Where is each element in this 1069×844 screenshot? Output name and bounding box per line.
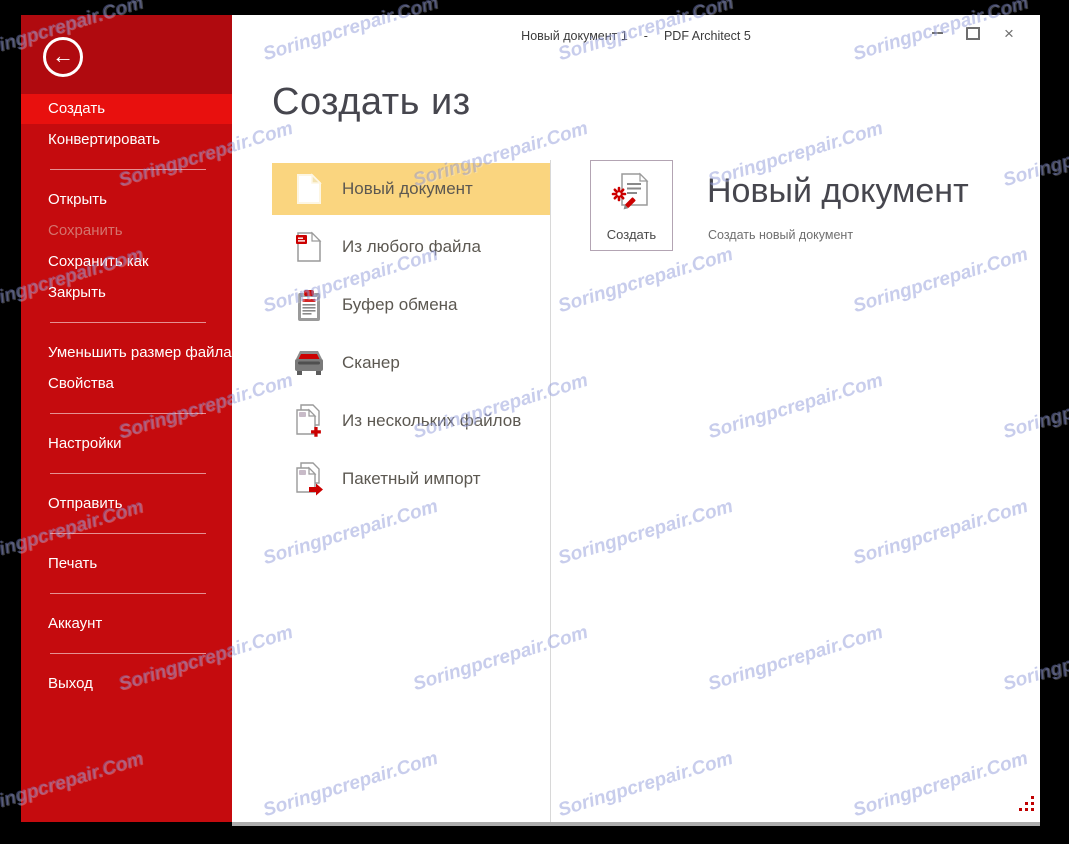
sidebar-divider [50,322,206,323]
new-document-icon [292,172,326,206]
option-label: Пакетный импорт [342,469,481,488]
sidebar-divider [50,653,206,654]
sidebar-item-save-as[interactable]: Сохранить как [21,246,232,277]
option-label: Буфер обмена [342,295,458,314]
document-name: Новый документ 1 [521,29,628,43]
close-icon: × [1004,23,1014,43]
create-from-options: Новый документ Из любого файла Буфер обм… [272,163,550,511]
maximize-button[interactable] [962,23,984,43]
resize-grip[interactable] [1018,796,1034,812]
create-tile-label: Создать [606,227,657,242]
option-batch-import[interactable]: Пакетный импорт [272,453,550,505]
sidebar-divider [50,533,206,534]
close-button[interactable]: × [998,23,1020,43]
create-document-icon [610,171,654,222]
minimize-button[interactable] [926,23,948,43]
sidebar-item-close-doc[interactable]: Закрыть [21,277,232,308]
sidebar-item-properties[interactable]: Свойства [21,368,232,399]
option-from-multiple-files[interactable]: Из нескольких файлов [272,395,550,447]
backstage-sidebar: ← Создать Конвертировать Открыть Сохрани… [21,15,232,822]
option-label: Сканер [342,353,400,372]
option-label: Из любого файла [342,237,481,256]
app-name: PDF Architect 5 [663,29,751,43]
option-label: Новый документ [342,179,473,198]
option-scanner[interactable]: Сканер [272,337,550,389]
batch-import-icon [292,462,326,496]
back-button[interactable]: ← [43,37,83,77]
screen: ← Создать Конвертировать Открыть Сохрани… [0,0,1069,844]
sidebar-divider [50,473,206,474]
sidebar-item-exit[interactable]: Выход [21,668,232,699]
multiple-files-icon [292,404,326,438]
option-label: Из нескольких файлов [342,411,522,430]
sidebar-item-convert[interactable]: Конвертировать [21,124,232,155]
window-bottom-border [232,822,1040,826]
create-tile-button[interactable]: Создать [590,160,673,251]
sidebar-item-print[interactable]: Печать [21,548,232,579]
title-separator: - [643,29,648,43]
option-from-any-file[interactable]: Из любого файла [272,221,550,273]
page-title: Создать из [272,81,471,123]
app-window: ← Создать Конвертировать Открыть Сохрани… [21,15,1040,822]
sidebar-item-reduce-size[interactable]: Уменьшить размер файла [21,337,232,368]
sidebar-item-open[interactable]: Открыть [21,184,232,215]
sidebar-item-account[interactable]: Аккаунт [21,608,232,639]
window-title: Новый документ 1 - PDF Architect 5 [232,29,1040,43]
minimize-icon [931,32,943,34]
sidebar-item-send[interactable]: Отправить [21,488,232,519]
scanner-icon [292,346,326,380]
file-any-icon [292,230,326,264]
window-controls: × [926,23,1020,43]
option-new-document[interactable]: Новый документ [272,163,550,215]
backstage-content: Новый документ 1 - PDF Architect 5 × Созда… [232,15,1040,822]
sidebar-item-create[interactable]: Создать [21,94,232,124]
option-clipboard[interactable]: Буфер обмена [272,279,550,331]
clipboard-icon [292,288,326,322]
sidebar-divider [50,593,206,594]
content-divider [550,160,551,822]
sidebar-item-settings[interactable]: Настройки [21,428,232,459]
back-arrow-icon: ← [52,43,74,68]
sidebar-item-save: Сохранить [48,222,123,239]
detail-heading: Новый документ [707,172,969,210]
detail-description: Создать новый документ [708,228,854,242]
sidebar-divider [50,413,206,414]
sidebar-divider [50,169,206,170]
sidebar-header: ← [21,15,232,94]
maximize-icon [966,26,980,40]
